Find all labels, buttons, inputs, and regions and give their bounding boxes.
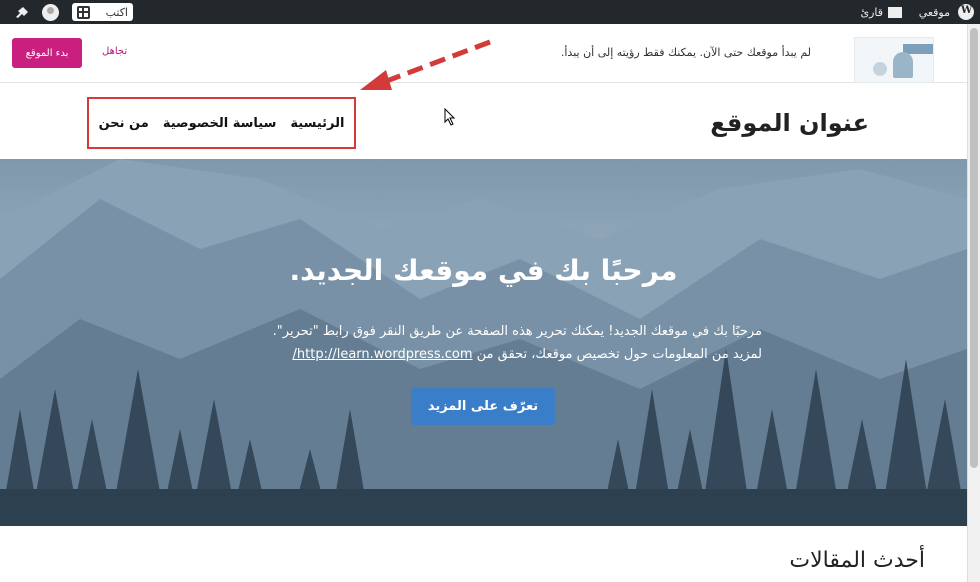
hero-line-2-text: لمزيد من المعلومات حول تخصيص موقعك، تحقق… (476, 347, 762, 362)
wordpress-icon (958, 4, 974, 20)
nav-item-home[interactable]: الرئيسية (290, 116, 344, 131)
hero-cover: مرحبًا بك في موقعك الجديد. مرحبًا بك في … (0, 159, 967, 526)
primary-navigation: الرئيسية سياسة الخصوصية من نحن (87, 97, 356, 149)
hero-line-2: لمزيد من المعلومات حول تخصيص موقعك، تحقق… (202, 343, 763, 366)
red-arrow-annotation-icon (360, 39, 491, 90)
my-site-link[interactable]: موقعي (919, 0, 950, 24)
admin-bar: موقعي قارئ اكتب (0, 0, 980, 24)
launch-site-button[interactable]: بدء الموقع (12, 38, 82, 68)
write-button[interactable]: اكتب (72, 3, 133, 21)
write-label: اكتب (105, 5, 128, 19)
hero-description: مرحبًا بك في موقعك الجديد! يمكنك تحرير ه… (202, 320, 762, 366)
site-title[interactable]: عنوان الموقع (710, 109, 869, 137)
latest-posts-title: أحدث المقالات (789, 548, 925, 573)
notifications-icon[interactable] (14, 5, 30, 19)
wordpress-menu[interactable] (958, 0, 974, 24)
scrollbar-thumb[interactable] (970, 28, 978, 468)
avatar-icon[interactable] (42, 4, 59, 21)
nav-item-privacy-policy[interactable]: سياسة الخصوصية (163, 116, 277, 131)
dismiss-link[interactable]: تجاهل (102, 46, 127, 57)
write-icon (77, 5, 90, 19)
page-scrollbar[interactable] (967, 24, 980, 582)
reader-icon (888, 6, 902, 18)
learn-wordpress-link[interactable]: http://learn.wordpress.com/ (293, 347, 473, 362)
launch-banner-text: لم يبدأ موقعك حتى الآن. يمكنك فقط رؤيته … (560, 46, 811, 59)
my-site-label: موقعي (918, 5, 950, 19)
reader-label: قارئ (860, 5, 883, 19)
launch-illustration (854, 37, 934, 83)
nav-item-about[interactable]: من نحن (99, 116, 149, 131)
mouse-cursor-icon (444, 108, 456, 126)
hero-title: مرحبًا بك في موقعك الجديد. (289, 254, 678, 287)
latest-posts-section: أحدث المقالات (0, 526, 967, 582)
learn-more-button[interactable]: تعرّف على المزيد (411, 388, 555, 425)
reader-link[interactable]: قارئ (860, 0, 902, 24)
hero-line-1: مرحبًا بك في موقعك الجديد! يمكنك تحرير ه… (272, 324, 762, 339)
